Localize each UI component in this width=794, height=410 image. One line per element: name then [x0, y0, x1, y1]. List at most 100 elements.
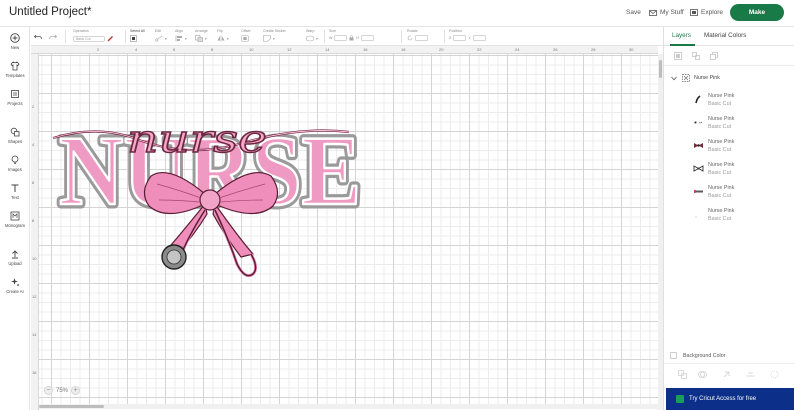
layer-thumbnail — [695, 95, 701, 104]
sidebar-item-projects[interactable]: Projects — [0, 89, 30, 106]
stethoscope-chestpiece — [161, 244, 187, 270]
sidebar-item-shapes[interactable]: Shapes — [0, 127, 30, 144]
ruler-number: 6 — [32, 180, 35, 185]
scissors-icon — [155, 35, 163, 42]
layer-row[interactable]: Nurse Pink Basic Cut — [664, 204, 794, 226]
ruler-number: 28 — [591, 47, 596, 52]
warp-icon — [306, 35, 314, 42]
attach-icon[interactable] — [722, 370, 731, 379]
tab-layers[interactable]: Layers — [672, 32, 691, 39]
redo-icon[interactable] — [49, 34, 57, 40]
edit-group[interactable]: Edit ▾ — [155, 29, 167, 42]
combine-icon[interactable] — [698, 370, 707, 379]
warp-group[interactable]: Warp ▾ — [306, 29, 318, 42]
ruler-number: 30 — [629, 47, 634, 52]
toolbar-divider — [125, 30, 126, 43]
layer-row[interactable]: Nurse Pink Basic Cut — [664, 181, 794, 203]
panel-tabs: Layers Material Colors — [664, 27, 794, 46]
flatten-icon[interactable] — [746, 370, 755, 379]
horizontal-scrollbar[interactable] — [39, 404, 658, 409]
sidebar-item-images[interactable]: Images — [0, 155, 30, 172]
layer-row[interactable]: Nurse Pink Basic Cut — [664, 135, 794, 157]
explore-icon — [690, 9, 698, 16]
duplicate-icon[interactable] — [710, 52, 718, 60]
zoom-out-button[interactable]: − — [44, 386, 53, 395]
ungroup-icon[interactable] — [692, 52, 700, 60]
group-layer-icon — [682, 74, 690, 82]
layer-row[interactable]: Nurse Pink Basic Cut — [664, 112, 794, 134]
project-title[interactable]: Untitled Project* — [9, 6, 91, 18]
layer-group-row[interactable]: Nurse Pink — [664, 71, 794, 85]
layer-thumbnail — [694, 143, 703, 148]
mail-icon — [649, 9, 657, 16]
background-color-row[interactable]: Background Color — [670, 352, 725, 359]
sticker-icon — [263, 35, 271, 42]
design-artwork[interactable]: NURSE NURSE nurse — [39, 54, 658, 406]
my-stuff-link[interactable]: My Stuff — [649, 9, 684, 16]
ruler-number: 8 — [32, 218, 35, 223]
shirt-icon — [10, 61, 20, 71]
width-input[interactable] — [334, 35, 348, 41]
ruler-number: 10 — [32, 256, 37, 261]
ruler-number: 26 — [553, 47, 558, 52]
try-cricut-access-button[interactable]: Try Cricut Access for free — [666, 388, 794, 410]
toolbar-divider — [444, 30, 445, 43]
position-x-input[interactable] — [453, 35, 467, 41]
horizontal-scroll-thumb[interactable] — [39, 405, 104, 408]
make-button[interactable]: Make — [730, 4, 784, 21]
design-canvas[interactable]: NURSE NURSE nurse — [39, 54, 658, 406]
align-icon — [175, 35, 182, 42]
position-y-input[interactable] — [472, 35, 486, 41]
contour-icon[interactable] — [770, 370, 779, 379]
ruler-number: 8 — [211, 47, 214, 52]
plus-circle-icon — [10, 33, 20, 43]
ruler-number: 2 — [32, 104, 35, 109]
ruler-number: 12 — [32, 294, 37, 299]
offset-group[interactable]: Offset — [241, 29, 251, 42]
tab-material-colors[interactable]: Material Colors — [704, 32, 746, 39]
operation-select[interactable]: Basic Cut — [73, 35, 105, 42]
sidebar-item-create-ai[interactable]: Create AI — [0, 277, 30, 294]
chevron-down-icon[interactable] — [671, 76, 677, 81]
explore-link[interactable]: Explore — [690, 9, 723, 16]
layer-row[interactable]: Nurse Pink Basic Cut — [664, 158, 794, 180]
rotate-input[interactable] — [415, 35, 428, 41]
group-icon[interactable] — [674, 52, 682, 60]
sidebar-item-monogram[interactable]: Monogram — [0, 211, 30, 228]
toolbar-divider — [65, 30, 66, 43]
cricut-access-icon — [676, 395, 684, 403]
layer-thumbnail — [694, 190, 703, 193]
save-link[interactable]: Save — [626, 9, 641, 16]
layer-row[interactable]: Nurse Pink Basic Cut — [664, 89, 794, 111]
flip-icon — [217, 35, 225, 42]
slice-icon[interactable] — [678, 370, 687, 379]
text-t-icon — [11, 184, 19, 192]
undo-icon[interactable] — [34, 34, 42, 40]
lightbulb-icon — [11, 155, 19, 164]
ruler-number: 4 — [32, 142, 35, 147]
layer-thumbnail — [695, 216, 697, 218]
ruler-number: 18 — [401, 47, 406, 52]
flip-group[interactable]: Flip ▾ — [217, 29, 229, 42]
background-color-checkbox[interactable] — [670, 352, 677, 359]
layer-bottom-actions — [664, 363, 794, 387]
vertical-scroll-thumb[interactable] — [659, 60, 662, 78]
arrange-group[interactable]: Arrange ▾ — [195, 29, 208, 42]
sidebar-item-text[interactable]: Text — [0, 183, 30, 200]
sidebar-item-upload[interactable]: Upload — [0, 249, 30, 266]
lock-icon[interactable] — [349, 35, 354, 41]
height-input[interactable] — [361, 35, 375, 41]
sidebar-item-templates[interactable]: Templates — [0, 61, 30, 78]
create-sticker-group[interactable]: Create Sticker ▾ — [263, 29, 286, 42]
align-group[interactable]: Align ▾ — [175, 29, 187, 42]
ruler-number: 14 — [32, 332, 37, 337]
sidebar-item-new[interactable]: New — [0, 33, 30, 50]
pen-color-icon[interactable] — [107, 35, 114, 42]
ruler-number: 10 — [249, 47, 254, 52]
rotate-group: Rotate — [407, 29, 428, 41]
zoom-in-button[interactable]: + — [71, 386, 81, 395]
select-all-group[interactable]: Select All — [130, 29, 145, 42]
position-group: Position X Y — [449, 29, 486, 41]
nurse-script-text: nurse — [127, 117, 267, 161]
layer-thumbnail — [694, 121, 703, 124]
